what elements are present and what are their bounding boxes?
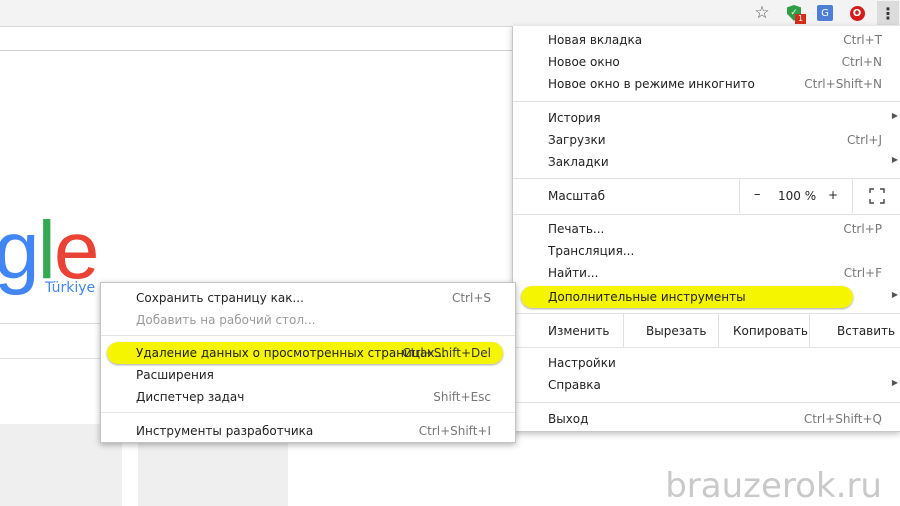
submenu-arrow-icon: ▶: [891, 378, 898, 387]
menu-item-shortcut: Ctrl+Shift+I: [418, 424, 491, 438]
page-divider: [0, 50, 512, 51]
copy-label: Копировать: [733, 324, 808, 338]
menu-item-find[interactable]: Найти... Ctrl+F: [513, 262, 900, 284]
menu-item-label: Новое окно в режиме инкогнито: [548, 77, 755, 91]
translate-extension-icon[interactable]: G: [815, 3, 835, 23]
menu-item-label: Новая вкладка: [548, 33, 643, 47]
more-menu-icon[interactable]: ⋮: [877, 1, 899, 25]
menu-item-label: Настройки: [548, 356, 616, 370]
menu-item-exit[interactable]: Выход Ctrl+Shift+Q: [513, 408, 900, 430]
menu-item-print[interactable]: Печать... Ctrl+P: [513, 218, 900, 240]
paste-button[interactable]: Вставить: [810, 314, 900, 347]
zoom-controls: – 100 % +: [739, 178, 853, 213]
menu-item-new-tab[interactable]: Новая вкладка Ctrl+T: [513, 29, 900, 51]
extension-badge: 1: [795, 14, 806, 24]
menu-item-label: Трансляция...: [548, 244, 635, 258]
submenu-item-add-to-desktop: Добавить на рабочий стол...: [101, 309, 515, 331]
zoom-in-button[interactable]: +: [828, 188, 838, 202]
menu-item-help[interactable]: Справка ▶: [513, 374, 900, 396]
menu-item-shortcut: Ctrl+N: [841, 55, 882, 69]
star-icon[interactable]: ☆: [752, 3, 772, 23]
menu-item-settings[interactable]: Настройки: [513, 352, 900, 374]
menu-item-downloads[interactable]: Загрузки Ctrl+J: [513, 129, 900, 151]
menu-separator: [513, 214, 900, 215]
submenu-arrow-icon: ▶: [891, 155, 898, 164]
edit-label-cell: Изменить: [513, 314, 624, 347]
menu-item-label: Добавить на рабочий стол...: [136, 313, 316, 327]
menu-item-shortcut: Ctrl+F: [843, 266, 882, 280]
more-tools-submenu: Сохранить страницу как... Ctrl+S Добавит…: [100, 282, 516, 443]
submenu-item-clear-browsing-data[interactable]: Удаление данных о просмотренных страница…: [101, 342, 515, 364]
copy-button[interactable]: Копировать: [719, 314, 810, 347]
menu-item-shortcut: Ctrl+Shift+Del: [402, 346, 491, 360]
menu-item-label: Диспетчер задач: [136, 390, 245, 404]
translate-shape: G: [817, 5, 833, 21]
menu-item-new-window[interactable]: Новое окно Ctrl+N: [513, 51, 900, 73]
menu-item-label: Сохранить страницу как...: [136, 291, 304, 305]
menu-item-shortcut: Ctrl+P: [843, 222, 882, 236]
opera-shape: O: [849, 5, 865, 21]
fullscreen-icon[interactable]: [869, 188, 885, 204]
browser-toolbar: ☆ ✓ 1 G O ⋮: [0, 0, 900, 27]
menu-item-shortcut: Shift+Esc: [433, 390, 491, 404]
edit-row: Изменить Вырезать Копировать Вставить: [513, 314, 900, 347]
submenu-item-extensions[interactable]: Расширения: [101, 364, 515, 386]
zoom-level: 100 %: [778, 189, 817, 203]
cut-label: Вырезать: [646, 324, 707, 338]
menu-item-cast[interactable]: Трансляция...: [513, 240, 900, 262]
menu-item-more-tools[interactable]: Дополнительные инструменты ▶: [513, 286, 900, 308]
submenu-arrow-icon: ▶: [891, 290, 898, 299]
menu-item-label: История: [548, 111, 601, 125]
edit-label: Изменить: [548, 324, 610, 338]
menu-item-shortcut: Ctrl+J: [847, 133, 882, 147]
watermark: brauzerok.ru: [665, 466, 882, 506]
menu-item-label: Печать...: [548, 222, 605, 236]
paste-label: Вставить: [837, 324, 896, 338]
submenu-item-task-manager[interactable]: Диспетчер задач Shift+Esc: [101, 386, 515, 408]
menu-item-label: Закладки: [548, 155, 609, 169]
menu-separator: [513, 347, 900, 348]
menu-item-label: Дополнительные инструменты: [548, 290, 746, 304]
submenu-item-dev-tools[interactable]: Инструменты разработчика Ctrl+Shift+I: [101, 420, 515, 442]
menu-item-label: Новое окно: [548, 55, 620, 69]
menu-item-incognito[interactable]: Новое окно в режиме инкогнито Ctrl+Shift…: [513, 73, 900, 95]
submenu-item-save-page[interactable]: Сохранить страницу как... Ctrl+S: [101, 287, 515, 309]
logo-subtitle: Türkiye: [45, 280, 96, 296]
menu-item-label: Удаление данных о просмотренных страница…: [136, 346, 446, 360]
menu-separator: [513, 402, 900, 403]
menu-item-shortcut: Ctrl+Shift+Q: [803, 412, 882, 426]
menu-item-label: Найти...: [548, 266, 599, 280]
zoom-out-button[interactable]: –: [754, 187, 761, 202]
menu-item-label: Загрузки: [548, 133, 606, 147]
opera-extension-icon[interactable]: O: [847, 3, 867, 23]
zoom-row: Масштаб – 100 % +: [513, 178, 900, 214]
zoom-label: Масштаб: [548, 189, 606, 203]
menu-item-label: Инструменты разработчика: [136, 424, 314, 438]
submenu-arrow-icon: ▶: [891, 111, 898, 120]
menu-separator: [513, 101, 900, 102]
menu-item-shortcut: Ctrl+T: [843, 33, 882, 47]
menu-item-shortcut: Ctrl+S: [451, 291, 491, 305]
menu-item-label: Расширения: [136, 368, 214, 382]
menu-item-history[interactable]: История ▶: [513, 107, 900, 129]
shield-extension-icon[interactable]: ✓ 1: [784, 3, 806, 24]
menu-item-bookmarks[interactable]: Закладки ▶: [513, 151, 900, 173]
menu-item-label: Справка: [548, 378, 601, 392]
cut-button[interactable]: Вырезать: [624, 314, 719, 347]
menu-item-shortcut: Ctrl+Shift+N: [804, 77, 882, 91]
menu-separator: [101, 335, 515, 336]
menu-item-label: Выход: [548, 412, 589, 426]
logo-letter-g: g: [0, 205, 40, 296]
chrome-main-menu: Новая вкладка Ctrl+T Новое окно Ctrl+N Н…: [512, 26, 900, 432]
menu-separator: [101, 412, 515, 413]
